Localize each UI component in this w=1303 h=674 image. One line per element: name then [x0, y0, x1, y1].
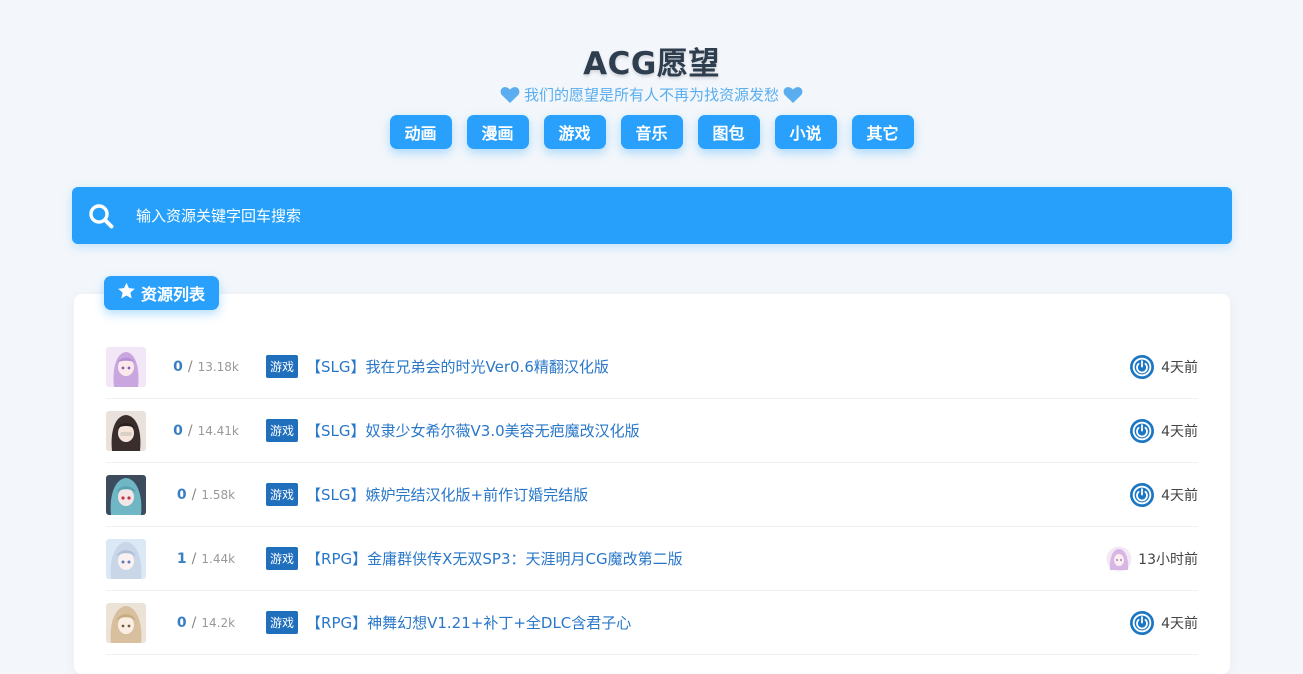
- post-meta: 13小时前: [1106, 546, 1198, 572]
- separator: /: [187, 358, 193, 375]
- category-tag[interactable]: 游戏: [266, 611, 299, 634]
- resource-title-link[interactable]: 【RPG】神舞幻想V1.21+补丁+全DLC含君子心: [306, 612, 631, 633]
- tagline-text: 我们的愿望是所有人不再为找资源发愁: [523, 86, 779, 104]
- post-meta: 4天前: [1129, 610, 1198, 636]
- avatar[interactable]: [106, 602, 146, 643]
- view-count: 13.18k: [197, 359, 239, 374]
- user-avatar-icon[interactable]: [1106, 546, 1132, 572]
- stats: 0 / 14.41k: [146, 423, 266, 439]
- section-label: 资源列表: [141, 285, 206, 304]
- stats: 0 / 13.18k: [146, 359, 266, 375]
- resource-title-link[interactable]: 【SLG】奴隶少女希尔薇V3.0美容无疤魔改汉化版: [306, 420, 640, 441]
- avatar[interactable]: [106, 538, 146, 579]
- resource-title-link[interactable]: 【RPG】金庸群侠传X无双SP3：天涯明月CG魔改第二版: [306, 548, 683, 569]
- category-nav: 动画 漫画 游戏 音乐 图包 小说 其它: [0, 115, 1303, 149]
- separator: /: [191, 614, 197, 631]
- avatar[interactable]: [106, 474, 146, 515]
- reply-count: 0: [176, 486, 187, 503]
- reply-count: 0: [176, 614, 187, 631]
- list-item[interactable]: 1 / 1.44k 游戏 【RPG】金庸群侠传X无双SP3：天涯明月CG魔改第二…: [106, 527, 1198, 591]
- post-time: 4天前: [1161, 615, 1198, 632]
- power-icon[interactable]: [1129, 418, 1155, 444]
- heart-icon: [783, 86, 803, 104]
- post-time: 4天前: [1161, 487, 1198, 504]
- resource-title-link[interactable]: 【SLG】我在兄弟会的时光Ver0.6精翻汉化版: [306, 356, 609, 377]
- view-count: 14.41k: [197, 423, 239, 438]
- stats: 0 / 1.58k: [146, 487, 266, 503]
- nav-game[interactable]: 游戏: [543, 115, 606, 149]
- list-item[interactable]: 0 / 13.18k 游戏 【SLG】我在兄弟会的时光Ver0.6精翻汉化版 4…: [106, 335, 1198, 399]
- separator: /: [187, 422, 193, 439]
- category-tag[interactable]: 游戏: [266, 547, 299, 570]
- post-time: 4天前: [1161, 423, 1198, 440]
- star-icon: [117, 282, 136, 304]
- section-badge: 资源列表: [104, 276, 220, 310]
- nav-other[interactable]: 其它: [851, 115, 914, 149]
- power-icon[interactable]: [1129, 482, 1155, 508]
- post-time: 4天前: [1161, 359, 1198, 376]
- post-time: 13小时前: [1138, 551, 1198, 568]
- avatar[interactable]: [106, 346, 146, 387]
- resource-title-link[interactable]: 【SLG】嫉妒完结汉化版+前作订婚完结版: [306, 484, 588, 505]
- list-item[interactable]: 0 / 14.41k 游戏 【SLG】奴隶少女希尔薇V3.0美容无疤魔改汉化版 …: [106, 399, 1198, 463]
- post-meta: 4天前: [1129, 354, 1198, 380]
- category-tag[interactable]: 游戏: [266, 355, 299, 378]
- separator: /: [191, 486, 197, 503]
- category-tag[interactable]: 游戏: [266, 419, 299, 442]
- search-icon[interactable]: [88, 203, 114, 229]
- search-bar: [72, 187, 1232, 244]
- separator: /: [191, 550, 197, 567]
- resource-list: 0 / 13.18k 游戏 【SLG】我在兄弟会的时光Ver0.6精翻汉化版 4…: [106, 335, 1198, 655]
- view-count: 1.58k: [201, 487, 236, 502]
- heart-icon: [500, 86, 520, 104]
- power-icon[interactable]: [1129, 610, 1155, 636]
- view-count: 1.44k: [201, 551, 236, 566]
- nav-music[interactable]: 音乐: [620, 115, 683, 149]
- reply-count: 1: [176, 550, 187, 567]
- reply-count: 0: [173, 358, 183, 375]
- nav-image-pack[interactable]: 图包: [697, 115, 760, 149]
- site-title[interactable]: ACG愿望: [0, 38, 1303, 83]
- reply-count: 0: [173, 422, 183, 439]
- post-meta: 4天前: [1129, 418, 1198, 444]
- search-input[interactable]: [134, 195, 1232, 236]
- avatar[interactable]: [106, 410, 146, 451]
- stats: 1 / 1.44k: [146, 551, 266, 567]
- nav-novel[interactable]: 小说: [774, 115, 837, 149]
- post-meta: 4天前: [1129, 482, 1198, 508]
- site-tagline: 我们的愿望是所有人不再为找资源发愁: [0, 84, 1303, 105]
- nav-manga[interactable]: 漫画: [466, 115, 529, 149]
- power-icon[interactable]: [1129, 354, 1155, 380]
- list-item[interactable]: 0 / 14.2k 游戏 【RPG】神舞幻想V1.21+补丁+全DLC含君子心 …: [106, 591, 1198, 655]
- stats: 0 / 14.2k: [146, 615, 266, 631]
- nav-anime[interactable]: 动画: [389, 115, 452, 149]
- category-tag[interactable]: 游戏: [266, 483, 299, 506]
- view-count: 14.2k: [201, 615, 236, 630]
- list-item[interactable]: 0 / 1.58k 游戏 【SLG】嫉妒完结汉化版+前作订婚完结版 4天前: [106, 463, 1198, 527]
